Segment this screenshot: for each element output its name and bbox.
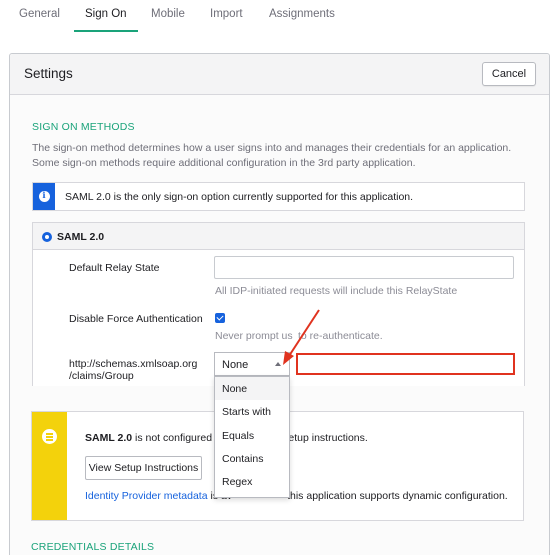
group-filter-dropdown: None Starts with Equals Contains Regex (214, 376, 290, 498)
saml-option[interactable]: SAML 2.0 (32, 222, 525, 250)
warning-footer: Identity Provider metadata is avthis app… (85, 490, 508, 502)
view-setup-instructions-button[interactable]: View Setup Instructions (85, 456, 202, 480)
dropdown-option-contains[interactable]: Contains (215, 447, 289, 470)
relay-state-input[interactable] (214, 256, 514, 279)
settings-title: Settings (24, 66, 73, 81)
tab-mobile[interactable]: Mobile (151, 0, 185, 32)
warning-text-bold: SAML 2.0 (85, 432, 133, 444)
dropdown-option-equals[interactable]: Equals (215, 424, 289, 447)
group-claim-label-line2: /claims/Group (69, 370, 134, 382)
dropdown-option-regex[interactable]: Regex (215, 470, 289, 493)
disable-force-auth-label: Disable Force Authentication (69, 313, 203, 325)
saml-option-label: SAML 2.0 (57, 231, 105, 243)
tab-sign-on[interactable]: Sign On (74, 0, 138, 32)
relay-state-helper: All IDP-initiated requests will include … (215, 285, 458, 297)
tab-bar: General Sign On Mobile Import Assignment… (0, 0, 553, 32)
credentials-details-heading: CREDENTIALS DETAILS (31, 541, 155, 553)
annotation-arrow-icon (283, 309, 320, 365)
info-icon: i (38, 191, 50, 202)
saml-radio[interactable] (42, 232, 52, 242)
dropdown-option-none[interactable]: None (215, 377, 289, 401)
relay-state-label: Default Relay State (69, 262, 160, 274)
info-callout: i SAML 2.0 is the only sign-on option cu… (32, 182, 525, 211)
disable-force-auth-checkbox[interactable] (215, 313, 225, 323)
list-icon (42, 429, 57, 444)
sign-on-methods-heading: SIGN ON METHODS (32, 121, 135, 133)
settings-header: Settings Cancel (10, 54, 549, 95)
identity-provider-metadata-link[interactable]: Identity Provider metadata (85, 490, 208, 502)
tab-import[interactable]: Import (210, 0, 243, 32)
sign-on-methods-description: The sign-on method determines how a user… (32, 142, 512, 169)
group-filter-selected: None (222, 359, 249, 371)
warning-footer-tail: this application supports dynamic config… (287, 490, 508, 502)
info-strip: i (33, 183, 55, 210)
cancel-button[interactable]: Cancel (482, 62, 536, 86)
dropdown-option-starts-with[interactable]: Starts with (215, 400, 289, 423)
warning-strip (32, 412, 67, 520)
info-text: SAML 2.0 is the only sign-on option curr… (65, 191, 414, 203)
tab-assignments[interactable]: Assignments (269, 0, 335, 32)
tab-general[interactable]: General (19, 0, 60, 32)
